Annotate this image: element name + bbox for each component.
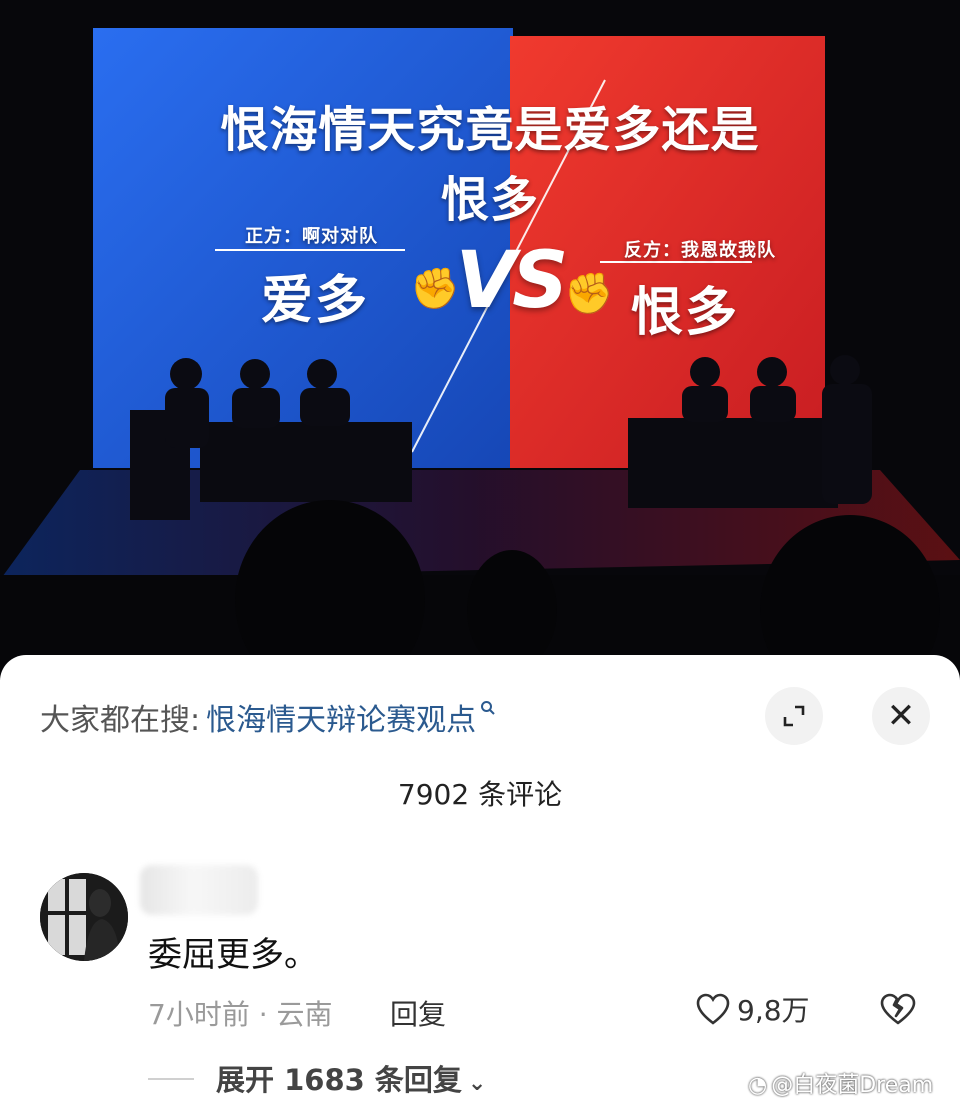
- avatar-image: [40, 873, 128, 961]
- close-icon: ✕: [886, 696, 916, 736]
- trending-search[interactable]: 大家都在搜: 恨海情天辩论赛观点: [40, 695, 496, 739]
- expand-button[interactable]: [765, 687, 823, 745]
- trending-search-prefix: 大家都在搜:: [40, 703, 201, 738]
- fist-icon: ✊: [564, 271, 614, 317]
- comment-meta: 7小时前 · 云南: [148, 998, 333, 1031]
- comment-text: 委屈更多。: [148, 935, 318, 975]
- heart-icon: [696, 993, 730, 1025]
- weibo-icon: ◔: [748, 1073, 768, 1098]
- like-button[interactable]: 9,8万: [695, 989, 810, 1029]
- chevron-down-icon: ⌄: [467, 1071, 487, 1096]
- like-count: 9,8万: [737, 994, 810, 1027]
- expand-icon: [783, 705, 805, 727]
- close-button[interactable]: ✕: [872, 687, 930, 745]
- stage-photo: 恨海情天究竟是爱多还是恨多 正方：啊对对队 爱多 VS 反方：我恩故我队 恨多 …: [0, 0, 960, 680]
- trending-search-term[interactable]: 恨海情天辩论赛观点: [206, 695, 476, 739]
- negative-word: 恨多: [630, 283, 739, 343]
- watermark-text: @白夜菌Dream: [771, 1073, 934, 1098]
- affirmative-word: 爱多: [260, 271, 369, 331]
- affirmative-label: 正方：啊对对队: [245, 226, 378, 247]
- screen-title: 恨海情天究竟是爱多还是恨多: [220, 102, 760, 228]
- dislike-button[interactable]: [878, 991, 918, 1031]
- reply-button[interactable]: 回复: [390, 993, 446, 1033]
- comment-sheet: 大家都在搜: 恨海情天辩论赛观点 ✕ 7902 条评论 委屈更多。 7小时前 ·…: [0, 655, 960, 1109]
- divider: [148, 1078, 194, 1080]
- fist-icon: ✊: [410, 266, 460, 312]
- expand-replies-button[interactable]: 展开 1683 条回复 ⌄: [216, 1057, 486, 1099]
- search-icon: [480, 697, 496, 721]
- comment-count: 7902 条评论: [397, 778, 563, 811]
- broken-heart-icon: [880, 993, 916, 1025]
- watermark: ◔ @白夜菌Dream: [748, 1067, 933, 1099]
- expand-replies-label: 展开 1683 条回复: [216, 1063, 462, 1097]
- vs-label: VS: [455, 236, 569, 326]
- avatar[interactable]: [40, 873, 128, 961]
- username-blurred: [140, 865, 258, 915]
- negative-label: 反方：我恩故我队: [624, 240, 776, 261]
